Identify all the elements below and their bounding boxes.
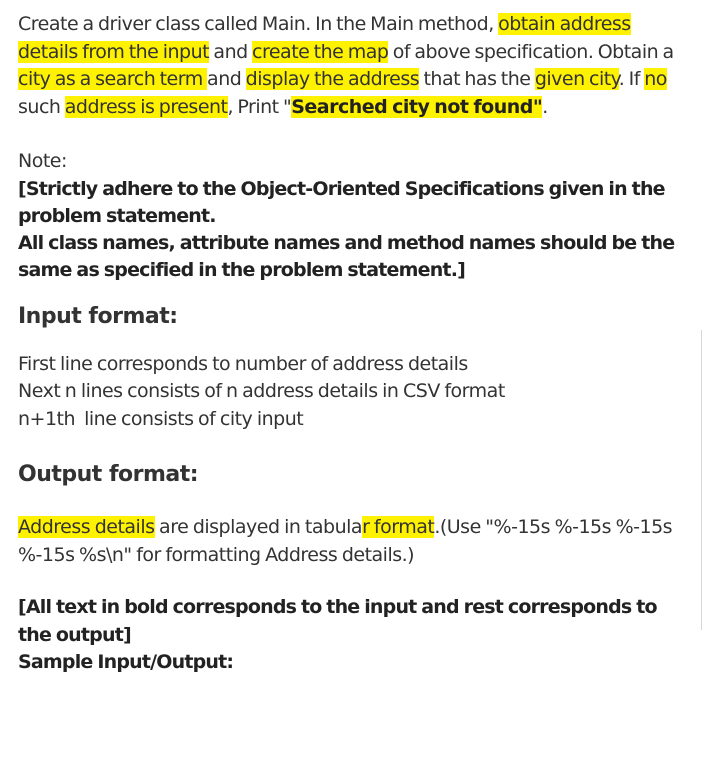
input-format-line-3: n+1th line consists of city input bbox=[18, 407, 304, 430]
intro-text-6: . If bbox=[618, 68, 645, 90]
highlight-address-details: Address details bbox=[18, 516, 155, 538]
problem-description: Create a driver class called Main. In th… bbox=[18, 11, 686, 677]
scrollbar[interactable] bbox=[701, 330, 702, 630]
output-format-title: Output format: bbox=[18, 462, 199, 487]
intro-text-4: and bbox=[207, 68, 246, 90]
highlight-no: no bbox=[644, 68, 667, 90]
highlight-address-present: address is present bbox=[64, 95, 228, 118]
input-format-line-1: First line corresponds to number of addr… bbox=[18, 352, 468, 375]
intro-text-3: of above specification. Obtain a bbox=[388, 40, 674, 63]
sample-io-label: Sample Input/Output: bbox=[18, 651, 234, 673]
input-format-line-2: Next n lines consists of n address detai… bbox=[18, 380, 505, 402]
intro-text-7: such bbox=[18, 95, 65, 118]
note-label: Note: bbox=[18, 150, 67, 172]
highlight-create-map: create the map bbox=[252, 40, 389, 63]
input-format-title: Input format: bbox=[18, 303, 178, 329]
intro-text-1: Create a driver class called Main. In th… bbox=[18, 13, 499, 35]
intro-text-5: that has the bbox=[419, 68, 535, 90]
output-format-description: Address details are displayed in tabular… bbox=[18, 514, 686, 569]
highlight-format: r format bbox=[362, 516, 435, 538]
intro-text-8: , Print " bbox=[227, 95, 292, 118]
output-text-1: are displayed in tabula bbox=[154, 516, 363, 538]
intro-paragraph: Create a driver class called Main. In th… bbox=[18, 11, 686, 121]
bold-input-note: [All text in bold corresponds to the inp… bbox=[18, 596, 658, 646]
intro-text-2: and bbox=[209, 40, 253, 63]
highlight-not-found-message: Searched city not found" bbox=[291, 95, 543, 118]
highlight-city-search: city as a search term bbox=[18, 68, 208, 90]
intro-text-9: . bbox=[542, 95, 548, 118]
note-line-2: All class names, attribute names and met… bbox=[18, 231, 675, 281]
note-line-1: [Strictly adhere to the Object-Oriented … bbox=[18, 177, 666, 227]
highlight-display-address: display the address bbox=[245, 68, 420, 90]
highlight-given-city: given city bbox=[534, 68, 619, 90]
input-format-body: First line corresponds to number of addr… bbox=[18, 351, 686, 434]
